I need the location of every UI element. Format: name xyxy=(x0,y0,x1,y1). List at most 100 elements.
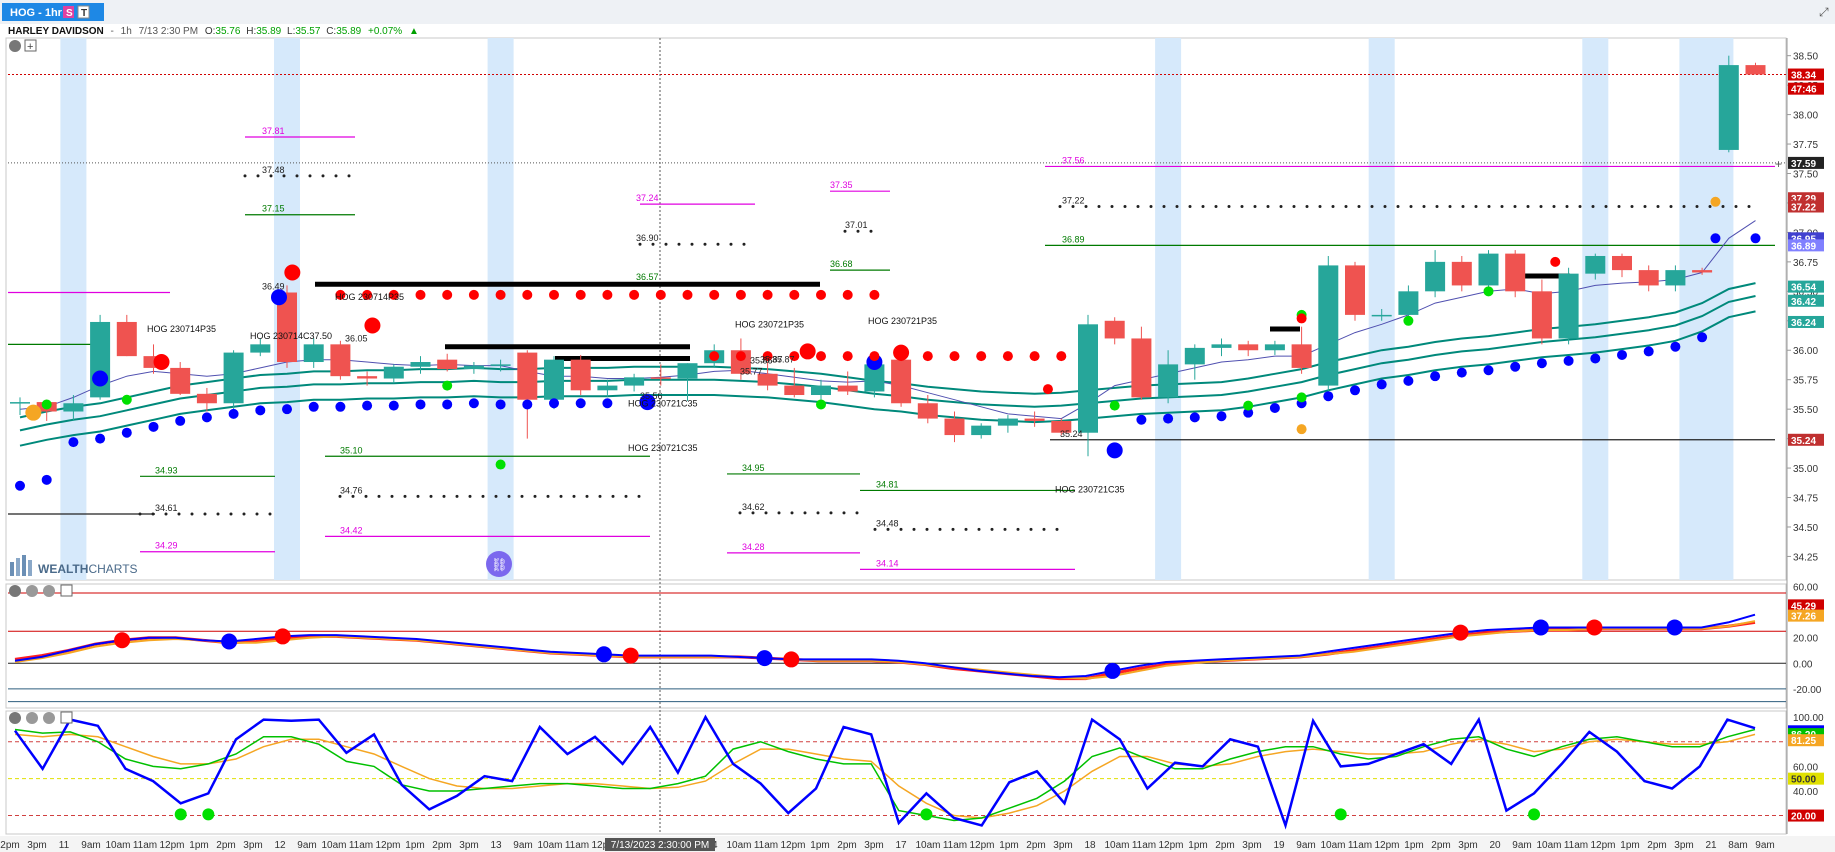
signal-marker-small-60 xyxy=(789,289,800,300)
time-tick-59: 12pm xyxy=(1590,840,1615,851)
level-dot xyxy=(1175,204,1179,208)
time-tick-16: 2pm xyxy=(432,840,451,851)
level-dot xyxy=(295,174,299,178)
time-tick-63: 21 xyxy=(1705,840,1717,851)
signal-marker-small-76 xyxy=(1029,351,1040,362)
link-button[interactable]: ⛓ xyxy=(486,551,512,577)
signal-marker-small-21 xyxy=(1136,414,1147,425)
time-tick-34: 10am xyxy=(915,840,940,851)
time-tick-50: 11am xyxy=(1348,840,1372,851)
candle-body xyxy=(1264,344,1285,351)
level-dot xyxy=(1110,204,1114,208)
level-label-15: 34.29 xyxy=(155,541,178,551)
level-dot xyxy=(481,494,485,498)
time-tick-11: 9am xyxy=(297,840,316,851)
time-tick-51: 12pm xyxy=(1374,840,1399,851)
candle-body xyxy=(1318,265,1339,386)
settings-icon-2[interactable] xyxy=(9,585,21,597)
time-tick-32: 3pm xyxy=(864,840,883,851)
level-dot xyxy=(1435,204,1439,208)
signal-marker-small-5 xyxy=(201,412,212,423)
quote-change: +0.07% xyxy=(368,26,402,37)
add-icon-glyph: + xyxy=(27,41,33,53)
quote-c-label: C: xyxy=(326,26,336,37)
signal-marker-small-6 xyxy=(228,408,239,419)
close-icon-3[interactable] xyxy=(43,712,55,724)
signal-marker-small-20 xyxy=(602,398,613,409)
level-dot xyxy=(598,494,602,498)
level-label-23: 34.48 xyxy=(876,518,899,528)
level-dot xyxy=(1669,204,1673,208)
signal-marker-small-55 xyxy=(655,289,666,300)
signal-marker-small-95 xyxy=(1550,256,1561,267)
candle-body xyxy=(1638,270,1659,286)
level-dot xyxy=(703,242,707,246)
signal-marker-small-94 xyxy=(1750,233,1761,244)
level-label-18: 34.42 xyxy=(340,525,363,535)
signal-marker-small-61 xyxy=(816,289,826,300)
level-label-9: 36.68 xyxy=(830,259,853,269)
time-tick-14: 12pm xyxy=(375,840,400,851)
signal-marker-small-65 xyxy=(735,351,746,362)
level-dot xyxy=(855,511,859,515)
osc2-badge-4: 20.00 xyxy=(1791,812,1816,823)
level-label-20: 34.62 xyxy=(742,502,765,512)
close-icon-2[interactable] xyxy=(43,585,55,597)
panel-2-frame xyxy=(5,583,1787,709)
add-icon-2[interactable] xyxy=(60,584,73,597)
signal-marker-small-2 xyxy=(121,427,132,438)
level-dot xyxy=(1240,204,1244,208)
candle-body xyxy=(170,367,191,394)
hide-icon-3[interactable] xyxy=(26,712,38,724)
level-dot xyxy=(256,174,260,178)
signal-marker-small-3 xyxy=(148,421,159,432)
panel-1-frame xyxy=(5,37,1787,581)
level-dot xyxy=(912,527,916,531)
level-dot xyxy=(520,494,524,498)
time-tick-56: 9am xyxy=(1512,840,1531,851)
time-tick-9: 3pm xyxy=(243,840,262,851)
level-dot xyxy=(1578,204,1582,208)
level-label-4: 37.24 xyxy=(636,193,659,203)
candle-body xyxy=(1425,261,1446,292)
expand-icon[interactable]: ⤢ xyxy=(1818,5,1829,19)
signal-marker-small-56 xyxy=(682,289,693,300)
hide-icon-2[interactable] xyxy=(26,585,38,597)
signal-marker-small-1 xyxy=(95,433,106,444)
level-dot xyxy=(268,512,272,516)
time-tick-18: 13 xyxy=(490,840,502,851)
candle-body xyxy=(544,359,564,400)
logo-text-bold: WEALTH xyxy=(38,562,88,576)
signal-marker-small-7 xyxy=(255,405,266,416)
level-dot xyxy=(1409,204,1413,208)
level-dot xyxy=(1227,204,1231,208)
osc1-marker-1 xyxy=(221,633,238,650)
signal-marker-small-34 xyxy=(1483,365,1494,376)
signal-marker-small-42 xyxy=(1697,332,1708,343)
level-dot xyxy=(990,527,994,531)
candle-body xyxy=(1612,255,1632,271)
time-tick-38: 2pm xyxy=(1026,840,1045,851)
settings-icon-3[interactable] xyxy=(9,712,21,724)
candle-body xyxy=(490,364,511,366)
candle-body xyxy=(891,359,912,404)
panel-frames xyxy=(5,37,1788,835)
level-dot xyxy=(777,511,781,515)
signal-marker-small-15 xyxy=(468,398,479,409)
signal-marker-small-52 xyxy=(575,289,586,300)
level-dot xyxy=(1188,204,1192,208)
level-dot xyxy=(308,174,312,178)
level-dot xyxy=(1149,204,1153,208)
level-label-22: 34.81 xyxy=(876,479,899,489)
signal-marker-small-53 xyxy=(602,289,613,300)
signal-marker-small-89 xyxy=(41,474,52,485)
settings-icon[interactable] xyxy=(9,40,21,52)
add-icon-3[interactable] xyxy=(60,711,73,724)
time-tick-46: 3pm xyxy=(1242,840,1261,851)
candle-body xyxy=(1371,314,1392,317)
price-tick-label-10: 36.00 xyxy=(1793,346,1818,357)
level-dot xyxy=(1042,527,1046,531)
candle-body xyxy=(997,418,1018,426)
level-dot xyxy=(1565,204,1569,208)
chart-tab[interactable]: HOG - 1hr S T xyxy=(2,3,104,21)
